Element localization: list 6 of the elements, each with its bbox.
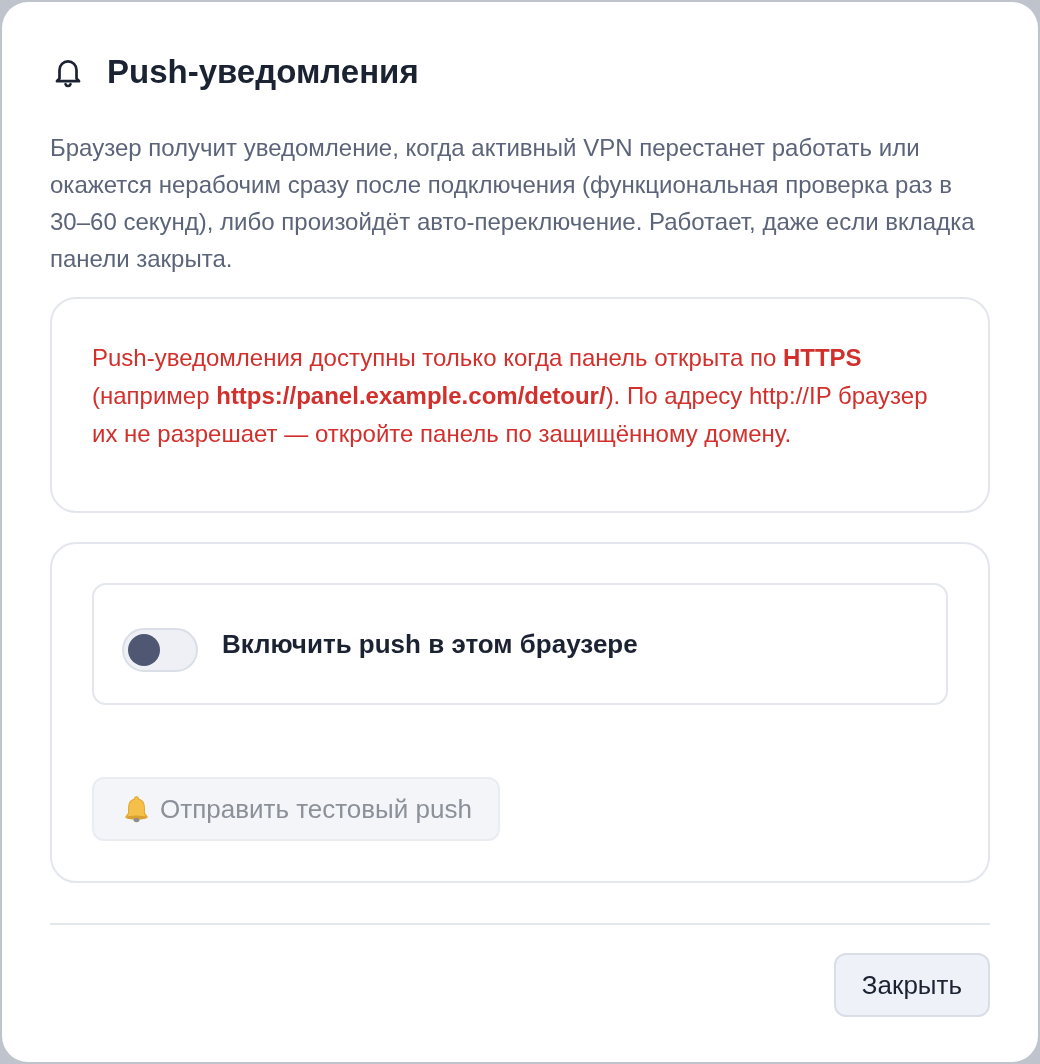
dialog-title: Push-уведомления: [107, 52, 419, 92]
toggle-label: Включить push в этом браузере: [222, 628, 638, 660]
close-button[interactable]: Закрыть: [833, 953, 990, 1017]
description-text: Браузер получит уведомление, когда активный VPN перестанет работать или окажется нерабочим сразу после подключения (функциональная проверка раз в 30–60 секунд), либо произойдёт авто-переключение. Работает, даже если вкладка панели закрыта.: [50, 133, 976, 274]
warning-text: Push-уведомления доступны только когда панель открыта по HTTPS (например https://panel.example.com/detour/). По адресу http://IP браузер их не разрешает — откройте панель по защищённому домену.: [92, 343, 929, 449]
push-toggle[interactable]: [122, 628, 198, 672]
